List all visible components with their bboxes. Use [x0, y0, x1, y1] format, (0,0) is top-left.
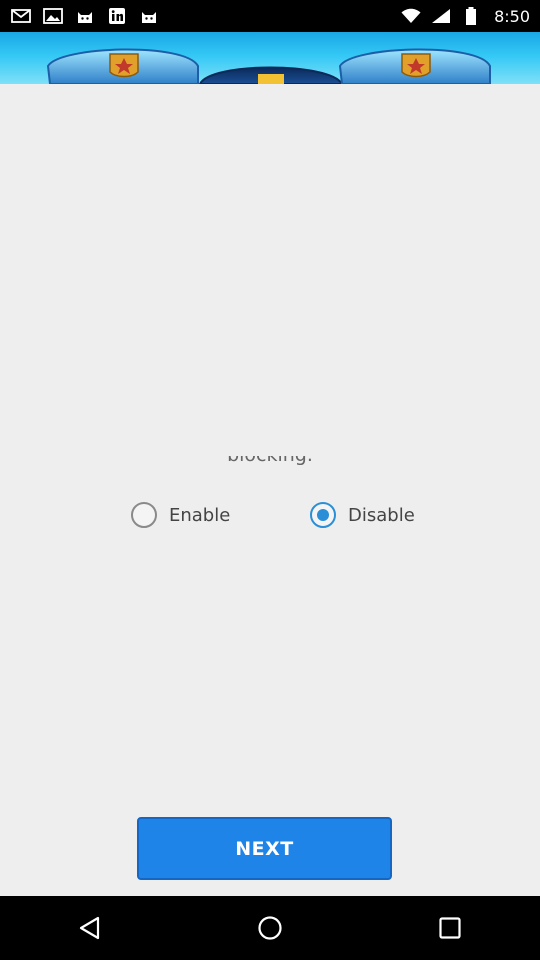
cat-icon — [74, 7, 96, 25]
home-button[interactable] — [240, 898, 300, 958]
main-content: blocking. Enable Disable NEXT — [0, 84, 540, 896]
police-caps-illustration — [46, 48, 491, 84]
battery-icon — [460, 7, 482, 25]
wifi-icon — [400, 7, 422, 25]
linkedin-icon — [106, 7, 128, 25]
header-banner — [0, 32, 540, 84]
enable-radio-label: Enable — [169, 504, 231, 526]
signal-icon — [430, 7, 452, 25]
enable-radio-button[interactable] — [131, 502, 157, 528]
enable-radio-option[interactable]: Enable — [131, 500, 230, 530]
mail-icon — [10, 7, 32, 25]
disable-radio-label: Disable — [348, 504, 415, 526]
home-icon — [258, 916, 282, 940]
disable-radio-option[interactable]: Disable — [310, 500, 415, 530]
back-icon — [79, 916, 100, 940]
clock: 8:50 — [494, 6, 530, 26]
navigation-bar — [0, 896, 540, 960]
recents-icon — [439, 917, 461, 939]
enable-disable-radio-group: Enable Disable — [0, 500, 540, 530]
cat-icon — [138, 7, 160, 25]
recents-button[interactable] — [420, 898, 480, 958]
description-text: blocking. — [0, 456, 540, 476]
status-bar: 8:50 — [0, 0, 540, 32]
next-button[interactable]: NEXT — [137, 817, 392, 880]
system-icons: 8:50 — [400, 7, 530, 26]
disable-radio-button[interactable] — [310, 502, 336, 528]
back-button[interactable] — [60, 898, 120, 958]
notification-icons — [10, 7, 160, 25]
photo-icon — [42, 7, 64, 25]
